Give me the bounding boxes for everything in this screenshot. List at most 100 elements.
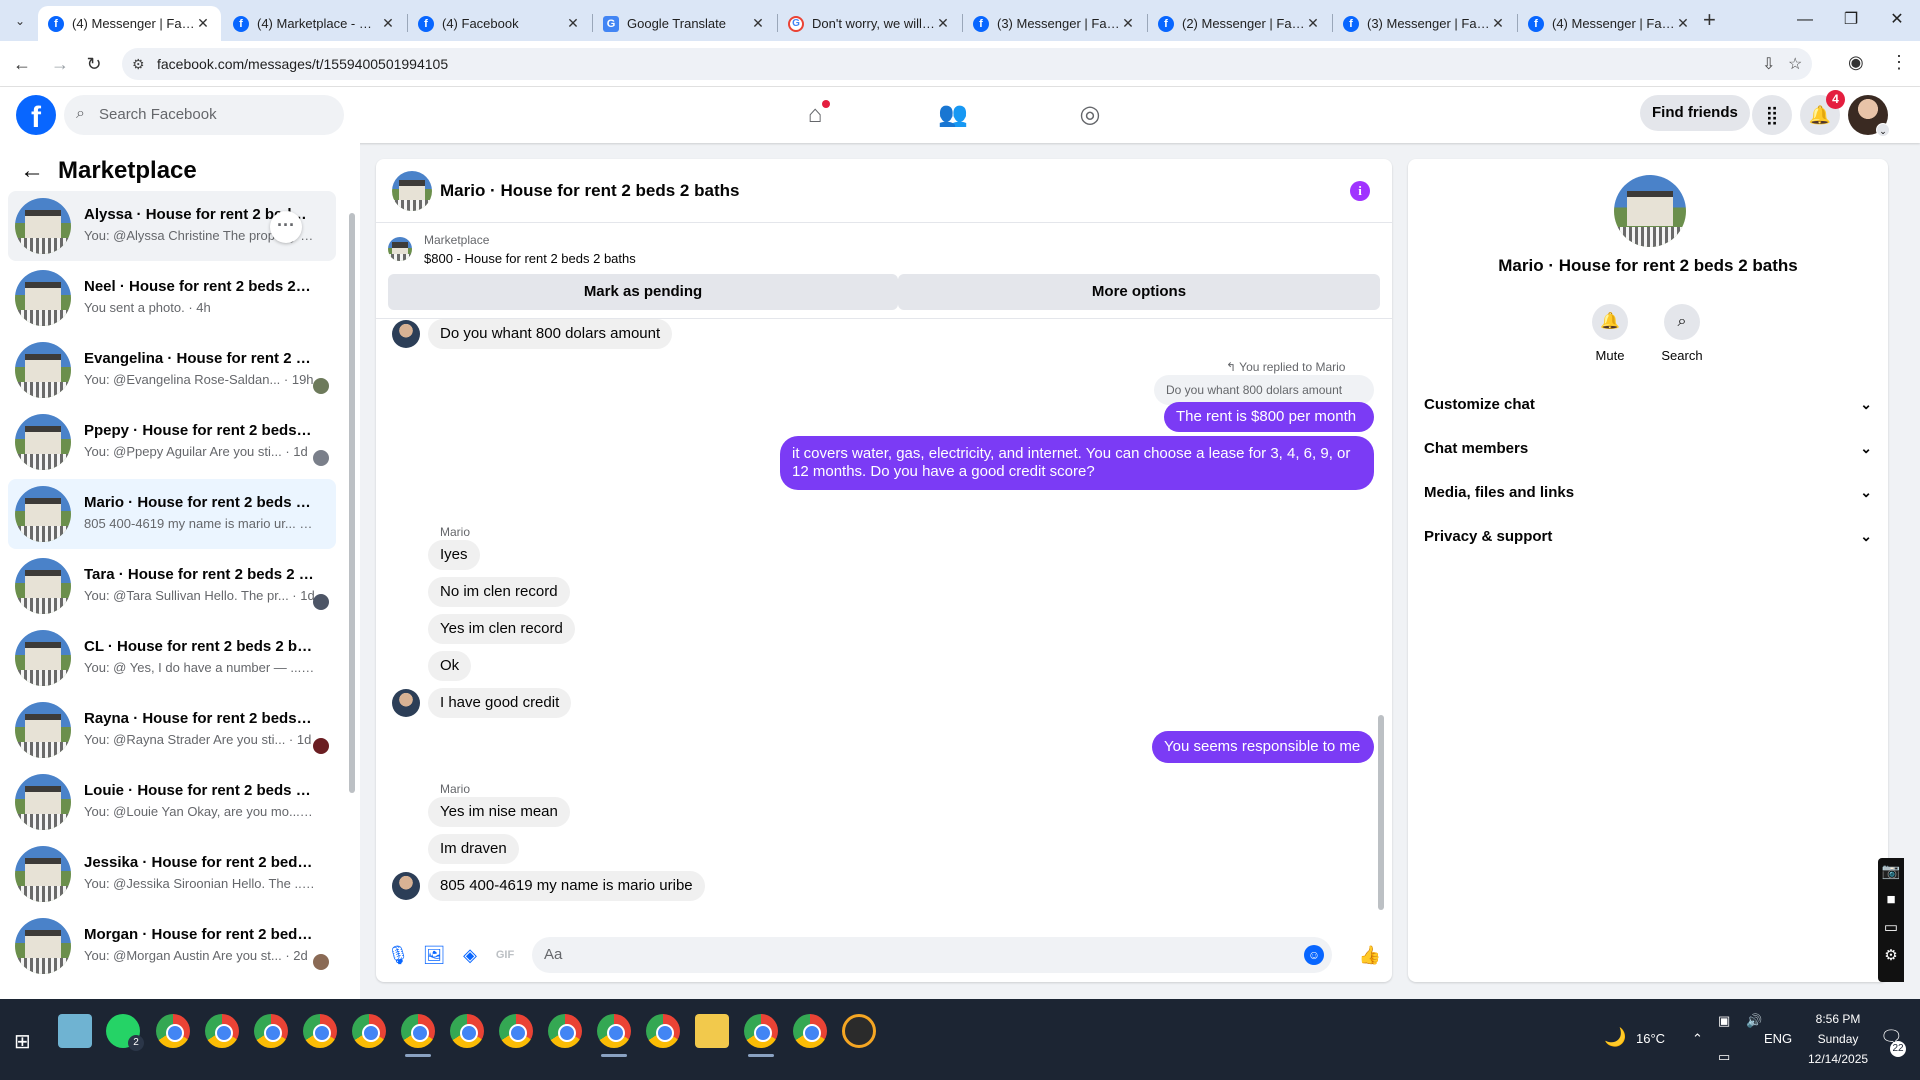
- tab-messenger[interactable]: f (4) Messenger | Facebook ✕: [1518, 6, 1701, 41]
- bell-icon[interactable]: 🔔: [1592, 304, 1628, 340]
- chrome-icon[interactable]: [744, 1014, 778, 1057]
- chevron-up-icon[interactable]: ⌃: [1692, 1031, 1703, 1047]
- incoming-message[interactable]: Yes im clen record: [428, 614, 575, 644]
- facebook-search[interactable]: ⌕ Search Facebook: [64, 95, 344, 135]
- microphone-icon[interactable]: 🎙: [386, 943, 410, 967]
- tab-messenger[interactable]: f (3) Messenger | Facebook ✕: [1333, 6, 1516, 41]
- weather-temp[interactable]: 16°C: [1636, 1031, 1665, 1046]
- file-explorer-icon[interactable]: [695, 1014, 729, 1048]
- thumbs-up-icon[interactable]: 👍: [1358, 943, 1382, 967]
- conversation-list-scrollbar[interactable]: [348, 195, 356, 985]
- conversation-item[interactable]: Evangelina · House for rent 2 beds 2 bat…: [8, 335, 336, 405]
- close-tab-icon[interactable]: ✕: [1490, 15, 1506, 32]
- chrome-icon[interactable]: [548, 1014, 582, 1048]
- chrome-icon[interactable]: [205, 1014, 239, 1048]
- chat-avatar[interactable]: [392, 171, 432, 211]
- more-options-icon[interactable]: ···: [270, 211, 302, 243]
- close-tab-icon[interactable]: ✕: [1120, 15, 1136, 32]
- emoji-icon[interactable]: ☺: [1304, 945, 1324, 965]
- tab-google-translate[interactable]: G Google Translate ✕: [593, 6, 776, 41]
- conversation-item[interactable]: Alyssa · House for rent 2 beds 2 baths Y…: [8, 191, 336, 261]
- conversation-item[interactable]: Louie · House for rent 2 beds 2 baths Yo…: [8, 767, 336, 837]
- chat-members-row[interactable]: Chat members ⌄: [1424, 426, 1872, 470]
- speaker-icon[interactable]: 🔊: [1746, 1013, 1762, 1029]
- photo-icon[interactable]: 🖼: [422, 943, 446, 967]
- sender-avatar[interactable]: [392, 320, 420, 348]
- reload-icon[interactable]: ↻: [82, 52, 106, 76]
- close-tab-icon[interactable]: ✕: [380, 15, 396, 32]
- back-arrow-icon[interactable]: ←: [20, 157, 44, 185]
- chrome-icon[interactable]: [646, 1014, 680, 1048]
- close-tab-icon[interactable]: ✕: [565, 15, 581, 32]
- forward-arrow-icon[interactable]: →: [48, 52, 72, 76]
- conversation-item[interactable]: Morgan · House for rent 2 beds 2 baths Y…: [8, 911, 336, 981]
- close-tab-icon[interactable]: ✕: [1305, 15, 1321, 32]
- new-tab-icon[interactable]: +: [1703, 9, 1716, 31]
- restore-icon[interactable]: ❐: [1828, 6, 1874, 34]
- sticker-icon[interactable]: ◈: [458, 943, 482, 967]
- tab-messenger[interactable]: f (2) Messenger | Facebook ✕: [1148, 6, 1331, 41]
- groups-icon[interactable]: ◎: [1072, 99, 1108, 131]
- media-files-links-row[interactable]: Media, files and links ⌄: [1424, 470, 1872, 514]
- menu-grid-icon[interactable]: ⣿: [1752, 95, 1792, 135]
- chrome-icon[interactable]: [793, 1014, 827, 1048]
- close-tab-icon[interactable]: ✕: [750, 15, 766, 32]
- scrollbar-thumb[interactable]: [349, 213, 355, 793]
- url-text[interactable]: facebook.com/messages/t/1559400501994105: [157, 56, 448, 72]
- tab-marketplace[interactable]: f (4) Marketplace - Housing ✕: [223, 6, 406, 41]
- info-icon[interactable]: i: [1350, 181, 1370, 201]
- conversation-item[interactable]: Neel · House for rent 2 beds 2 baths You…: [8, 263, 336, 333]
- search-action[interactable]: ⌕ Search: [1652, 304, 1712, 363]
- display-icon[interactable]: ▣: [1718, 1013, 1730, 1029]
- chrome-icon[interactable]: [597, 1014, 631, 1057]
- conversation-item[interactable]: CL · House for rent 2 beds 2 baths You: …: [8, 623, 336, 693]
- incoming-message[interactable]: 805 400-4619 my name is mario uribe: [428, 871, 705, 901]
- outgoing-message[interactable]: You seems responsible to me: [1152, 731, 1374, 763]
- conversation-item[interactable]: Ppepy · House for rent 2 beds 2 baths Yo…: [8, 407, 336, 477]
- mark-as-pending-button[interactable]: Mark as pending: [388, 274, 898, 310]
- listing-thumbnail[interactable]: [388, 237, 412, 261]
- windows-start-icon[interactable]: ⊞: [14, 1029, 31, 1054]
- conversation-item[interactable]: Rayna · House for rent 2 beds 2 baths Yo…: [8, 695, 336, 765]
- close-window-icon[interactable]: ✕: [1874, 6, 1920, 34]
- address-bar[interactable]: ⚙ facebook.com/messages/t/15594005019941…: [122, 48, 1812, 80]
- network-icon[interactable]: ▭: [1718, 1049, 1730, 1065]
- clock[interactable]: 8:56 PM Sunday 12/14/2025: [1808, 1009, 1868, 1069]
- listing-avatar[interactable]: [1614, 175, 1686, 247]
- privacy-support-row[interactable]: Privacy & support ⌄: [1424, 514, 1872, 558]
- browser-menu-icon[interactable]: ⋮: [1890, 52, 1908, 73]
- message-input[interactable]: Aa ☺: [532, 937, 1332, 973]
- back-arrow-icon[interactable]: ←: [10, 52, 34, 76]
- chat-title[interactable]: Mario · House for rent 2 beds 2 baths: [440, 181, 739, 201]
- chrome-icon[interactable]: [401, 1014, 435, 1057]
- minimize-icon[interactable]: —: [1782, 6, 1828, 34]
- incoming-message[interactable]: Ok: [428, 651, 472, 681]
- account-chevron-down-icon[interactable]: ⌄: [1876, 123, 1890, 137]
- close-tab-icon[interactable]: ✕: [195, 15, 211, 32]
- incoming-message[interactable]: I have good credit: [428, 688, 572, 718]
- conversation-item-selected[interactable]: Mario · House for rent 2 beds 2 baths 80…: [8, 479, 336, 549]
- tab-google[interactable]: G Don't worry, we will help ✕: [778, 6, 961, 41]
- video-icon[interactable]: ■: [1878, 886, 1904, 914]
- tab-search-button[interactable]: ⌄: [8, 9, 32, 33]
- find-friends-button[interactable]: Find friends: [1640, 95, 1750, 131]
- chrome-icon[interactable]: [352, 1014, 386, 1048]
- sender-avatar[interactable]: [392, 872, 420, 900]
- incoming-message[interactable]: No im clen record: [428, 577, 570, 607]
- friends-icon[interactable]: 👥: [935, 99, 971, 131]
- app-icon[interactable]: [842, 1014, 876, 1048]
- incoming-message[interactable]: Im draven: [428, 834, 519, 864]
- chrome-icon[interactable]: [156, 1014, 190, 1048]
- outgoing-message[interactable]: it covers water, gas, electricity, and i…: [780, 436, 1374, 490]
- search-icon[interactable]: ⌕: [1664, 304, 1700, 340]
- outgoing-message[interactable]: The rent is $800 per month: [1164, 402, 1374, 432]
- tab-messenger[interactable]: f (3) Messenger | Facebook ✕: [963, 6, 1146, 41]
- notes-app-icon[interactable]: [58, 1014, 92, 1048]
- close-tab-icon[interactable]: ✕: [1675, 15, 1691, 32]
- site-info-icon[interactable]: ⚙: [132, 56, 145, 73]
- facebook-logo[interactable]: f: [16, 95, 56, 135]
- tab-facebook[interactable]: f (4) Facebook ✕: [408, 6, 591, 41]
- page-scrollbar[interactable]: [1906, 87, 1920, 999]
- language-indicator[interactable]: ENG: [1764, 1031, 1792, 1046]
- listing-price-title[interactable]: $800 - House for rent 2 beds 2 baths: [424, 251, 636, 266]
